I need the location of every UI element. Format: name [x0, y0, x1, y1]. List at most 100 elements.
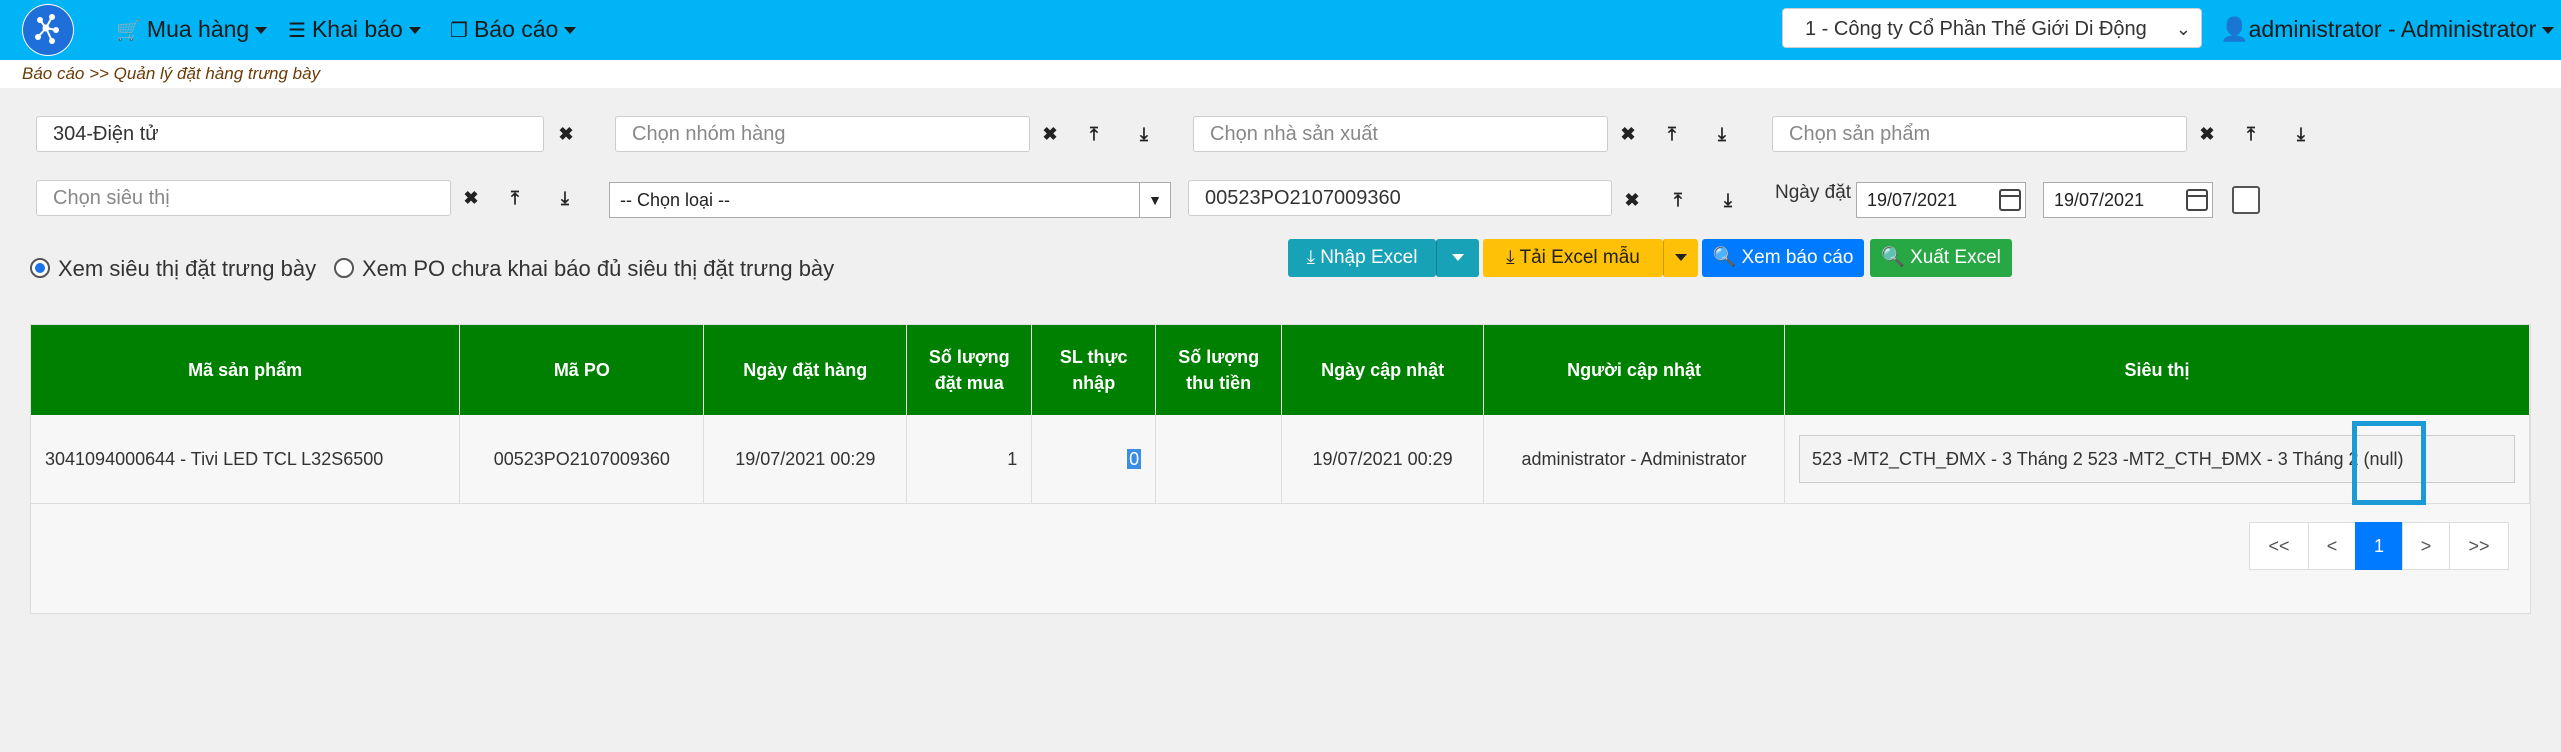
- calendar-icon[interactable]: [1999, 189, 2021, 211]
- user-menu-label: administrator - Administrator: [2248, 16, 2537, 42]
- download-template-label: Tải Excel mẫu: [1519, 247, 1640, 268]
- chevron-down-icon: ▼: [1139, 183, 1170, 217]
- menu-report-label: Báo cáo: [473, 16, 559, 42]
- page-prev-button[interactable]: <: [2308, 522, 2356, 570]
- report-table-container: Mã sản phẩm Mã PO Ngày đặt hàng Số lượng…: [30, 324, 2531, 614]
- clear-manufacturer-icon[interactable]: ✖: [1614, 120, 1642, 148]
- page-next-button[interactable]: >: [2402, 522, 2450, 570]
- chevron-down-icon: [255, 27, 268, 35]
- manufacturer-field[interactable]: Chọn nhà sản xuất: [1193, 116, 1608, 152]
- radio-view-store[interactable]: Xem siêu thị đặt trưng bày: [30, 256, 316, 282]
- radio-button[interactable]: [30, 258, 50, 279]
- import-excel-label: Nhập Excel: [1320, 247, 1418, 268]
- clear-po-icon[interactable]: ✖: [1618, 186, 1646, 214]
- po-number-field[interactable]: 00523PO2107009360: [1188, 180, 1612, 216]
- page-last-button[interactable]: >>: [2449, 522, 2509, 570]
- col-qty-ordered-line1: Số lượng: [928, 347, 1010, 367]
- upload-icon[interactable]: ⤒: [2237, 120, 2265, 148]
- date-to-value: 19/07/2021: [2054, 190, 2145, 210]
- download-icon[interactable]: ⤓: [1714, 186, 1742, 214]
- col-qty-actual-line2: nhập: [1072, 373, 1116, 393]
- type-select[interactable]: -- Chọn loại -- ▼: [609, 182, 1171, 218]
- col-product-code[interactable]: Mã sản phẩm: [31, 325, 461, 415]
- page-first-button[interactable]: <<: [2249, 522, 2309, 570]
- product-group-field[interactable]: Chọn nhóm hàng: [615, 116, 1030, 152]
- chevron-down-icon: [1675, 254, 1687, 262]
- download-template-button[interactable]: ⤓ Tải Excel mẫu: [1483, 239, 1663, 277]
- calendar-icon[interactable]: [2186, 189, 2208, 211]
- top-navbar: 🛒 Mua hàng ☰ Khai báo ❐ Báo cáo 1 - Công ty…: [0, 0, 2561, 60]
- download-icon[interactable]: ⤓: [1130, 120, 1158, 148]
- col-updated-by[interactable]: Người cập nhật: [1483, 325, 1785, 415]
- highlight-annotation-box: [2352, 421, 2426, 505]
- col-store[interactable]: Siêu thị: [1784, 325, 2531, 415]
- import-excel-button[interactable]: ⤓ Nhập Excel: [1288, 239, 1436, 277]
- date-to-field[interactable]: 19/07/2021: [2043, 182, 2213, 218]
- cell-updated-by: administrator - Administrator: [1483, 415, 1785, 504]
- download-icon[interactable]: ⤓: [551, 184, 579, 212]
- user-menu[interactable]: 👤administrator - Administrator: [2220, 0, 2555, 58]
- menu-declare[interactable]: ☰ Khai báo: [288, 0, 421, 60]
- date-from-value: 19/07/2021: [1867, 190, 1958, 210]
- radio-view-po[interactable]: Xem PO chưa khai báo đủ siêu thị đặt trư…: [334, 256, 834, 282]
- clear-product-group-icon[interactable]: ✖: [1036, 120, 1064, 148]
- type-select-value: -- Chọn loại --: [620, 190, 731, 210]
- col-order-date[interactable]: Ngày đặt hàng: [703, 325, 908, 415]
- cell-qty-collected: [1155, 415, 1283, 504]
- view-report-label: Xem báo cáo: [1741, 247, 1854, 268]
- cell-qty-actual[interactable]: 0: [1031, 415, 1157, 504]
- download-icon[interactable]: ⤓: [2287, 120, 2315, 148]
- col-qty-ordered[interactable]: Số lượng đặt mua: [906, 325, 1033, 415]
- menu-purchase[interactable]: 🛒 Mua hàng: [116, 0, 268, 60]
- app-logo[interactable]: [22, 4, 74, 56]
- clear-department-icon[interactable]: ✖: [552, 120, 580, 148]
- col-updated-date[interactable]: Ngày cập nhật: [1281, 325, 1485, 415]
- table-header-row: Mã sản phẩm Mã PO Ngày đặt hàng Số lượng…: [31, 325, 2531, 415]
- col-qty-ordered-line2: đặt mua: [934, 373, 1004, 393]
- cell-qty-ordered: 1: [906, 415, 1033, 504]
- radio-button[interactable]: [334, 258, 354, 279]
- cell-po: 00523PO2107009360: [459, 415, 705, 504]
- store-field[interactable]: Chọn siêu thị: [36, 180, 451, 216]
- upload-icon[interactable]: ⤒: [1658, 120, 1686, 148]
- clear-store-icon[interactable]: ✖: [457, 184, 485, 212]
- user-icon: 👤: [2220, 16, 2249, 42]
- upload-icon[interactable]: ⤒: [501, 184, 529, 212]
- report-table: Mã sản phẩm Mã PO Ngày đặt hàng Số lượng…: [31, 325, 2531, 504]
- company-select[interactable]: 1 - Công ty Cổ Phần Thế Giới Di Động ⌄: [1782, 8, 2202, 48]
- menu-purchase-label: Mua hàng: [146, 16, 250, 42]
- menu-report[interactable]: ❐ Báo cáo: [450, 0, 577, 60]
- date-from-field[interactable]: 19/07/2021: [1856, 182, 2026, 218]
- product-field[interactable]: Chọn sản phẩm: [1772, 116, 2187, 152]
- chevron-down-icon: [1452, 254, 1464, 262]
- date-label: Ngày đặt: [1775, 182, 1852, 203]
- radio-view-store-label: Xem siêu thị đặt trưng bày: [58, 256, 317, 281]
- col-qty-actual[interactable]: SL thực nhập: [1031, 325, 1157, 415]
- copy-icon: ❐: [450, 20, 468, 42]
- download-icon[interactable]: ⤓: [1708, 120, 1736, 148]
- upload-icon[interactable]: ⤒: [1080, 120, 1108, 148]
- download-icon: ⤓: [1506, 247, 1515, 268]
- page-current-button[interactable]: 1: [2355, 522, 2403, 570]
- col-po-code[interactable]: Mã PO: [459, 325, 705, 415]
- date-checkbox[interactable]: [2232, 186, 2260, 214]
- breadcrumb: Báo cáo >> Quản lý đặt hàng trưng bày: [0, 60, 2561, 88]
- upload-icon[interactable]: ⤒: [1664, 186, 1692, 214]
- col-qty-collected[interactable]: Số lượng thu tiền: [1155, 325, 1283, 415]
- cell-product: 3041094000644 - Tivi LED TCL L32S6500: [31, 415, 461, 504]
- view-report-button[interactable]: 🔍 Xem báo cáo: [1702, 239, 1864, 277]
- col-qty-actual-line1: SL thực: [1059, 347, 1128, 367]
- department-field[interactable]: 304-Điện tử: [36, 116, 544, 152]
- table-row[interactable]: 3041094000644 - Tivi LED TCL L32S6500 00…: [31, 415, 2531, 504]
- download-template-dropdown[interactable]: [1663, 239, 1698, 277]
- import-excel-dropdown[interactable]: [1436, 239, 1479, 277]
- qty-actual-value[interactable]: 0: [1127, 448, 1142, 469]
- menu-declare-label: Khai báo: [311, 16, 403, 42]
- col-qty-collected-line1: Số lượng: [1178, 347, 1260, 367]
- company-select-value: 1 - Công ty Cổ Phần Thế Giới Di Động: [1805, 18, 2147, 40]
- export-excel-label: Xuất Excel: [1910, 247, 2001, 268]
- export-excel-button[interactable]: 🔍 Xuất Excel: [1870, 239, 2012, 277]
- clear-product-icon[interactable]: ✖: [2193, 120, 2221, 148]
- list-icon: ☰: [288, 20, 306, 42]
- chevron-down-icon: [408, 27, 421, 35]
